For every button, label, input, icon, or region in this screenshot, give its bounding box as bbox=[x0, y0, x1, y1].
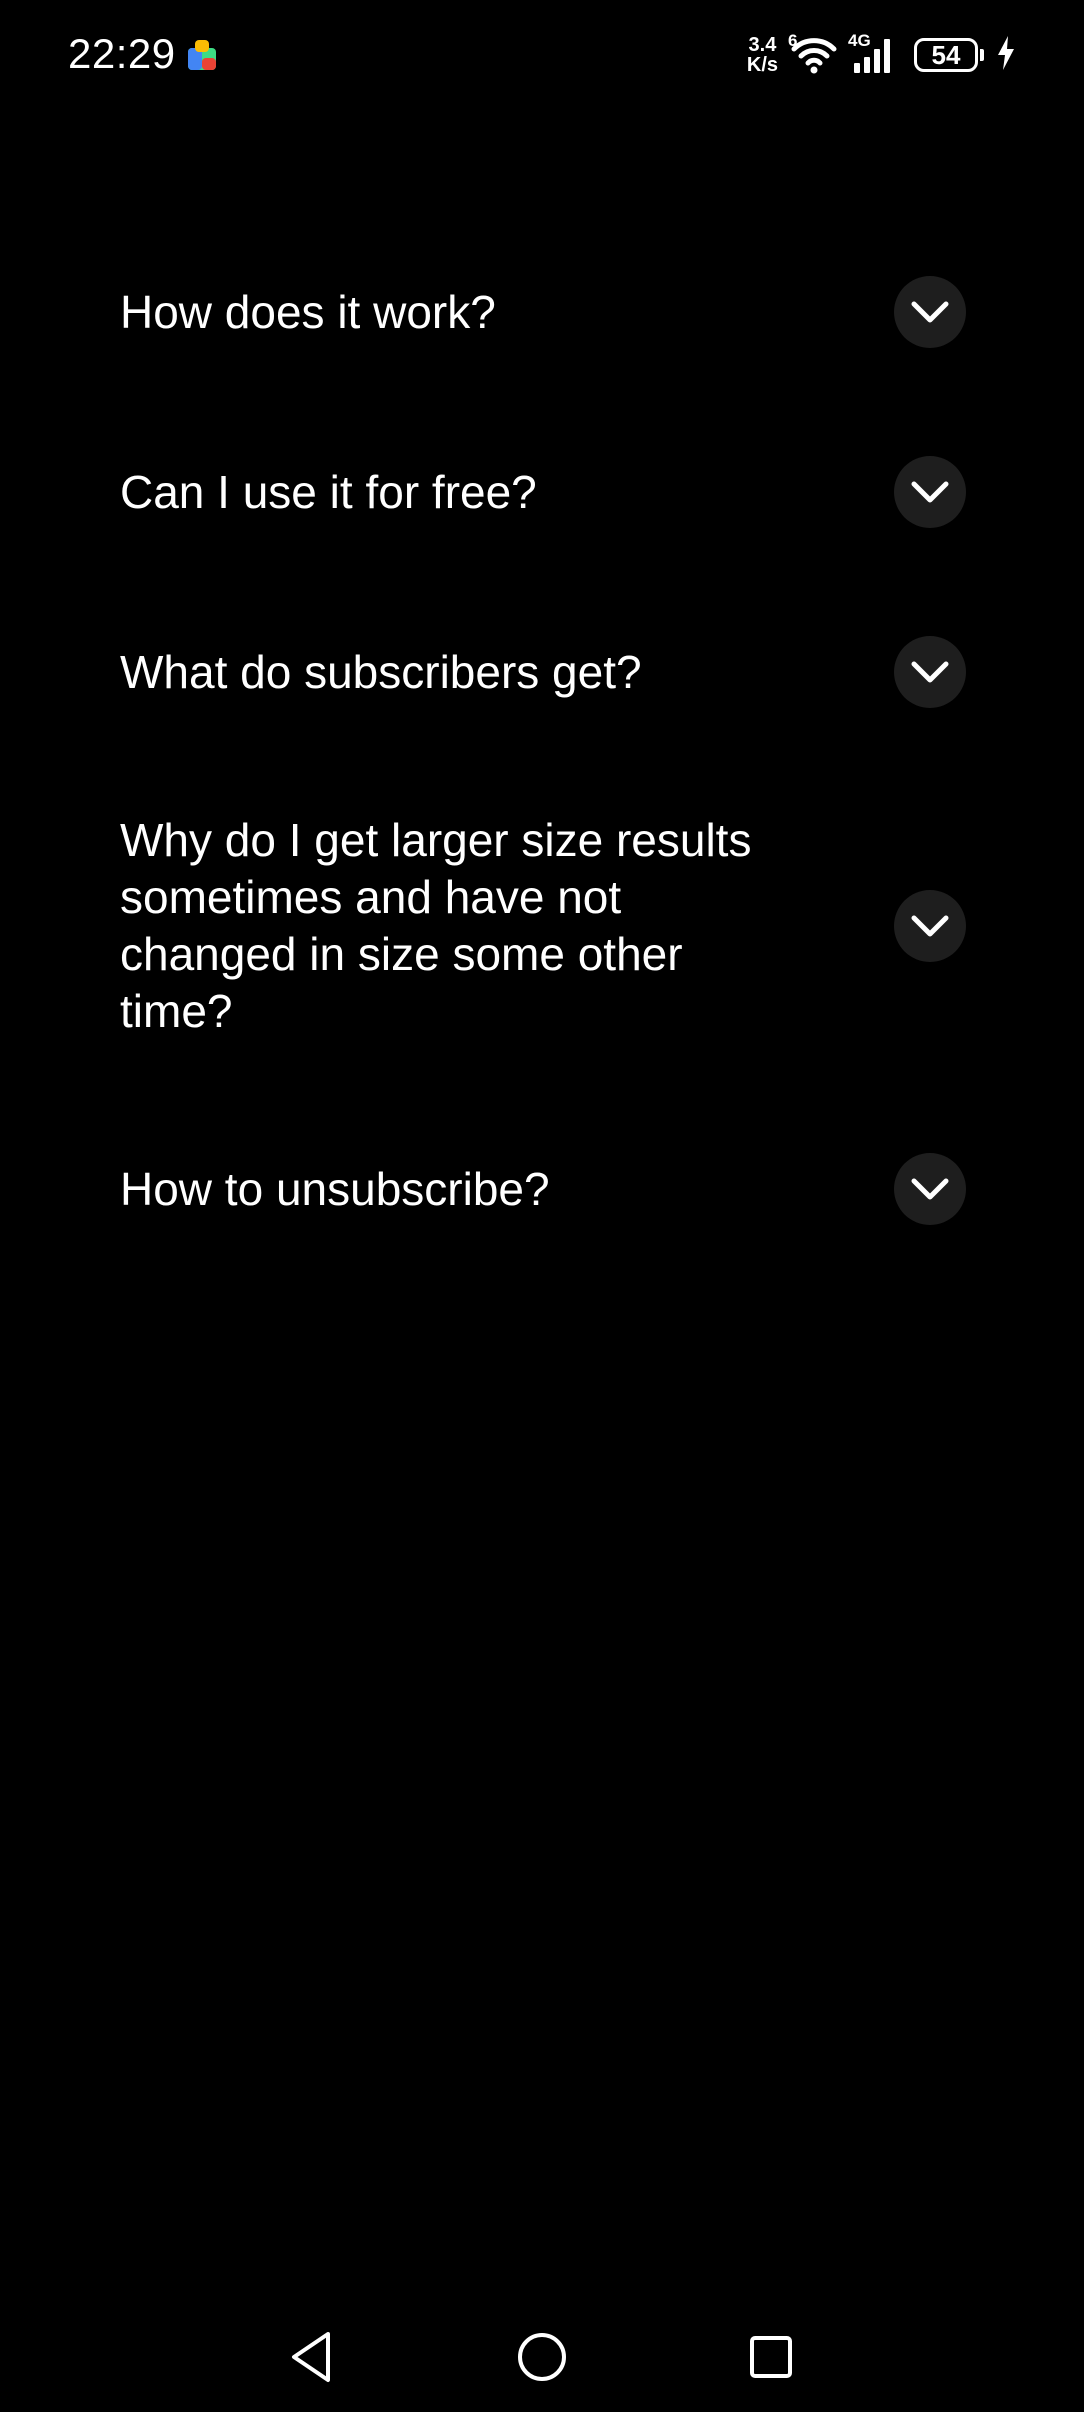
expand-button[interactable] bbox=[894, 456, 966, 528]
nav-recents-button[interactable] bbox=[736, 2322, 806, 2392]
chevron-down-icon bbox=[911, 661, 949, 683]
faq-question: How does it work? bbox=[120, 285, 496, 338]
cellular-signal-icon: 4G bbox=[848, 31, 896, 75]
expand-button[interactable] bbox=[894, 276, 966, 348]
network-speed-value: 3.4 bbox=[748, 34, 777, 56]
recents-square-icon bbox=[750, 2336, 792, 2378]
faq-question: How to unsubscribe? bbox=[120, 1162, 550, 1215]
nav-home-button[interactable] bbox=[507, 2322, 577, 2392]
cellular-label: 4G bbox=[848, 31, 871, 50]
network-speed-unit: K/s bbox=[746, 54, 778, 76]
faq-item-how-it-works[interactable]: How does it work? bbox=[120, 276, 966, 348]
wifi-icon: 6 bbox=[788, 31, 838, 75]
battery-indicator: 54 bbox=[914, 38, 984, 72]
play-games-icon bbox=[186, 38, 218, 72]
expand-button[interactable] bbox=[894, 890, 966, 962]
faq-question: Can I use it for free? bbox=[120, 465, 537, 518]
faq-item-unsubscribe[interactable]: How to unsubscribe? bbox=[120, 1153, 966, 1225]
status-time: 22:29 bbox=[68, 30, 176, 77]
expand-button[interactable] bbox=[894, 1153, 966, 1225]
status-bar: 22:29 3.4 K/s 6 4G 54 bbox=[0, 0, 1084, 110]
faq-item-free-use[interactable]: Can I use it for free? bbox=[120, 456, 966, 528]
nav-back-button[interactable] bbox=[276, 2322, 346, 2392]
system-navigation-bar bbox=[0, 2300, 1084, 2412]
chevron-down-icon bbox=[911, 1178, 949, 1200]
faq-item-subscribers-get[interactable]: What do subscribers get? bbox=[120, 636, 966, 708]
home-circle-icon bbox=[518, 2333, 566, 2381]
faq-question: What do subscribers get? bbox=[120, 645, 642, 698]
faq-item-size-results[interactable]: Why do I get larger size results sometim… bbox=[120, 812, 966, 1040]
charging-bolt-icon bbox=[996, 35, 1016, 75]
expand-button[interactable] bbox=[894, 636, 966, 708]
wifi-label: 6 bbox=[788, 31, 798, 50]
chevron-down-icon bbox=[911, 481, 949, 503]
back-triangle-icon bbox=[292, 2332, 330, 2382]
faq-question: Why do I get larger size results sometim… bbox=[120, 814, 752, 1037]
status-indicators: 3.4 K/s 6 4G 54 bbox=[747, 30, 1016, 80]
chevron-down-icon bbox=[911, 915, 949, 937]
chevron-down-icon bbox=[911, 301, 949, 323]
network-speed: 3.4 K/s bbox=[747, 35, 778, 75]
battery-level: 54 bbox=[931, 39, 961, 70]
